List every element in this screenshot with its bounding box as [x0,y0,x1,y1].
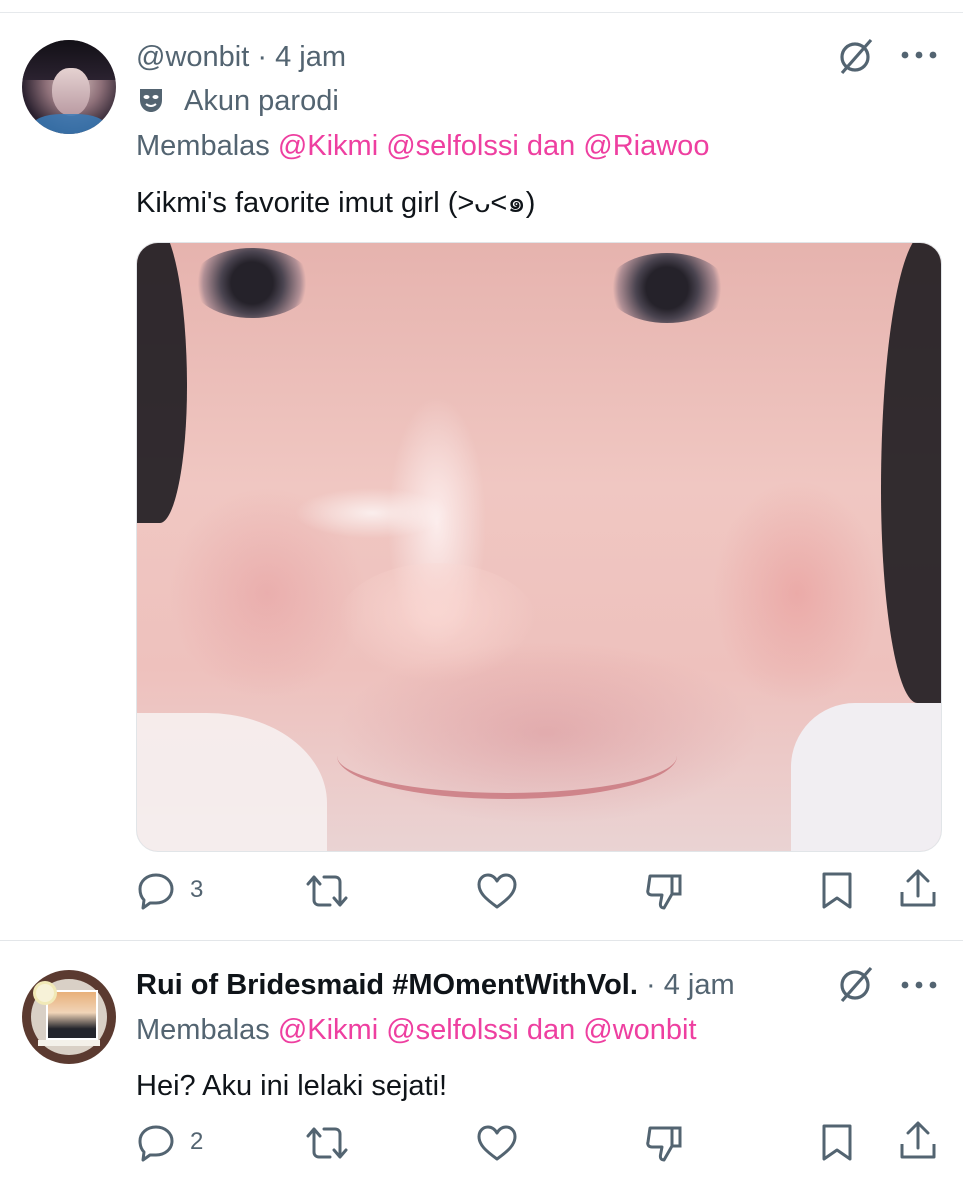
reply-context: Membalas @Kikmi @selfolssi dan @wonbit [136,1014,697,1046]
tweet-divider [0,940,963,941]
avatar[interactable] [22,970,116,1064]
parody-badge-label: Akun parodi [184,85,339,117]
like-icon[interactable] [476,872,518,910]
dislike-icon[interactable] [644,1122,686,1164]
parody-mask-icon [138,86,164,114]
retweet-icon[interactable] [304,1124,350,1162]
reply-mentions[interactable]: @Kikmi @selfolssi dan @wonbit [278,1014,697,1046]
like-icon[interactable] [476,1124,518,1162]
reply-icon[interactable] [136,870,176,910]
tweet-header: Rui of Bridesmaid #MOmentWithVol. · 4 ja… [136,969,735,1001]
tweet-text: Kikmi's favorite imut girl (>ᴗ<๑) [136,187,536,219]
reply-count: 3 [190,876,204,903]
grok-icon[interactable] [836,36,876,76]
tweet-text: Hei? Aku ini lelaki sejati! [136,1070,448,1102]
tweet-header: @wonbit · 4 jam [136,41,346,73]
timestamp[interactable]: 4 jam [664,969,735,1001]
bookmark-icon[interactable] [820,870,854,910]
grok-icon[interactable] [836,964,876,1004]
tweet-media-image[interactable] [136,242,942,852]
top-divider [0,12,963,13]
timestamp[interactable]: 4 jam [275,41,346,73]
bookmark-icon[interactable] [820,1122,854,1162]
more-icon[interactable] [900,978,938,992]
reply-context: Membalas @Kikmi @selfolssi dan @Riawoo [136,130,710,162]
reply-mentions[interactable]: @Kikmi @selfolssi dan @Riawoo [278,130,710,162]
more-icon[interactable] [900,48,938,62]
retweet-icon[interactable] [304,872,350,910]
author-handle[interactable]: @wonbit [136,41,249,73]
reply-count: 2 [190,1128,204,1155]
share-icon[interactable] [898,868,938,910]
share-icon[interactable] [898,1120,938,1162]
author-name[interactable]: Rui of Bridesmaid #MOmentWithVol. [136,969,638,1001]
reply-icon[interactable] [136,1122,176,1162]
dislike-icon[interactable] [644,870,686,912]
avatar[interactable] [22,40,116,134]
